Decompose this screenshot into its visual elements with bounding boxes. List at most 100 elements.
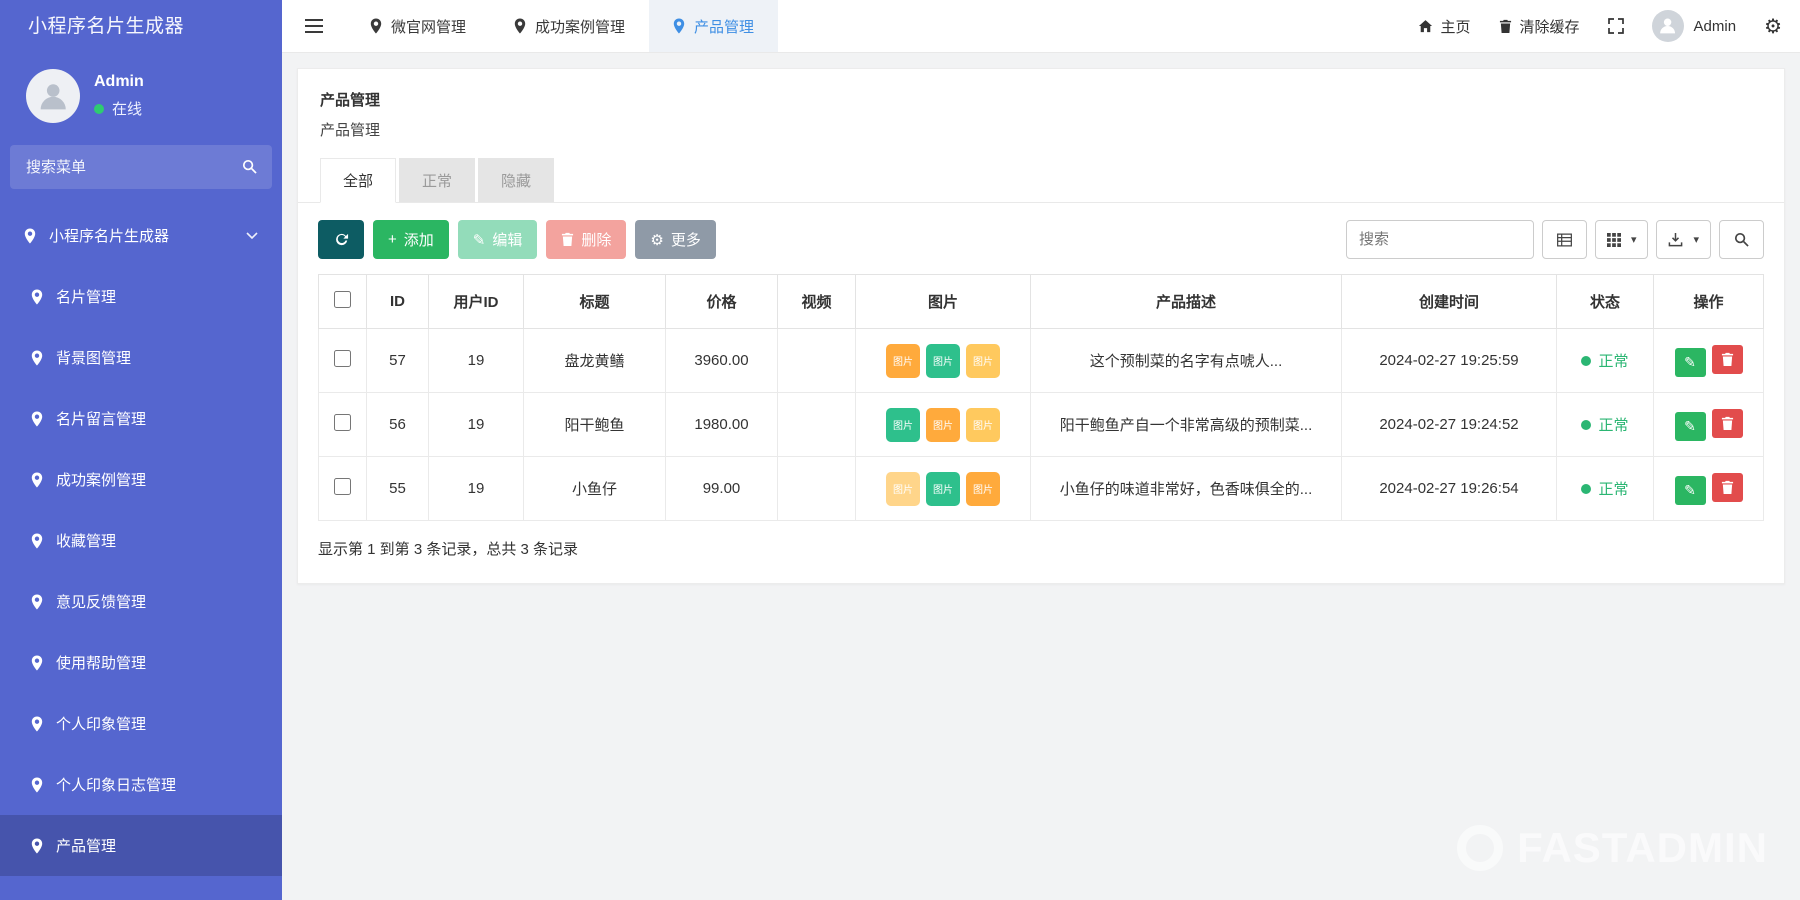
- column-header[interactable]: 操作: [1654, 275, 1764, 329]
- pin-icon: [24, 228, 36, 244]
- products-table: ID用户ID标题价格视频图片产品描述创建时间状态操作 5719盘龙黄鳝3960.…: [318, 274, 1764, 521]
- row-checkbox[interactable]: [334, 414, 351, 431]
- edit-toolbar-button[interactable]: ✎编辑: [458, 220, 538, 259]
- table-row: 5619阳干鲍鱼1980.00图片图片图片阳干鲍鱼产自一个非常高级的预制菜...…: [319, 393, 1764, 457]
- sidebar-item-7[interactable]: 个人印象管理: [0, 693, 282, 754]
- sidebar-item-5[interactable]: 意见反馈管理: [0, 571, 282, 632]
- sidebar-item-9[interactable]: 产品管理: [0, 815, 282, 876]
- search-icon: [1734, 232, 1749, 247]
- add-button[interactable]: +添加: [373, 220, 449, 259]
- cell-images: 图片图片图片: [856, 329, 1031, 393]
- columns-button[interactable]: ▾: [1595, 220, 1649, 259]
- pencil-icon: ✎: [1684, 418, 1696, 435]
- column-header[interactable]: ID: [367, 275, 429, 329]
- cell-description: 阳干鲍鱼产自一个非常高级的预制菜...: [1031, 393, 1342, 457]
- sidebar-root-label: 小程序名片生成器: [49, 225, 169, 246]
- delete-button[interactable]: [1712, 409, 1743, 438]
- table-view-icon: [1557, 233, 1572, 247]
- menu-toggle-icon[interactable]: [282, 19, 346, 33]
- select-all-checkbox[interactable]: [334, 291, 351, 308]
- column-header[interactable]: 产品描述: [1031, 275, 1342, 329]
- delete-button[interactable]: [1712, 473, 1743, 502]
- topbar: 微官网管理成功案例管理 产品管理 主页 清除缓存 Admin ⚙: [282, 0, 1800, 53]
- clear-cache-link[interactable]: 清除缓存: [1499, 16, 1580, 37]
- row-checkbox[interactable]: [334, 478, 351, 495]
- sidebar-item-6[interactable]: 使用帮助管理: [0, 632, 282, 693]
- column-header[interactable]: 视频: [778, 275, 856, 329]
- user-status: 在线: [94, 98, 144, 119]
- image-thumbnail[interactable]: 图片: [886, 472, 920, 506]
- menu-search-input[interactable]: [10, 145, 272, 189]
- image-thumbnail[interactable]: 图片: [886, 408, 920, 442]
- search-submit-button[interactable]: [1719, 220, 1764, 259]
- edit-button[interactable]: ✎: [1675, 412, 1706, 441]
- more-button[interactable]: ⚙更多: [635, 220, 715, 259]
- pin-icon: [370, 18, 382, 34]
- image-thumbnail[interactable]: 图片: [926, 472, 960, 506]
- cell-id: 56: [367, 393, 429, 457]
- chevron-down-icon: [246, 232, 258, 239]
- image-thumbnail[interactable]: 图片: [966, 344, 1000, 378]
- edit-button[interactable]: ✎: [1675, 476, 1706, 505]
- home-link[interactable]: 主页: [1418, 16, 1471, 37]
- image-thumbnail[interactable]: 图片: [926, 408, 960, 442]
- cell-user-id: 19: [429, 329, 524, 393]
- pin-icon: [31, 777, 43, 793]
- topbar-tab-0[interactable]: 微官网管理: [346, 0, 490, 52]
- sidebar-item-8[interactable]: 个人印象日志管理: [0, 754, 282, 815]
- user-avatar[interactable]: [26, 69, 80, 123]
- delete-toolbar-button[interactable]: 删除: [546, 220, 626, 259]
- clear-cache-label: 清除缓存: [1520, 16, 1580, 37]
- sidebar-item-label: 使用帮助管理: [56, 652, 146, 673]
- sidebar-item-label: 产品管理: [56, 835, 116, 856]
- menu-search: [10, 145, 272, 189]
- column-header[interactable]: 标题: [524, 275, 666, 329]
- toggle-view-button[interactable]: [1542, 220, 1587, 259]
- refresh-icon: [334, 232, 349, 247]
- image-thumbnail[interactable]: 图片: [966, 408, 1000, 442]
- column-header[interactable]: 图片: [856, 275, 1031, 329]
- search-icon[interactable]: [242, 159, 257, 174]
- image-thumbnail[interactable]: 图片: [886, 344, 920, 378]
- edit-button[interactable]: ✎: [1675, 348, 1706, 377]
- sidebar-item-2[interactable]: 名片留言管理: [0, 388, 282, 449]
- image-thumbnail[interactable]: 图片: [926, 344, 960, 378]
- refresh-button[interactable]: [318, 220, 364, 259]
- fullscreen-icon[interactable]: [1608, 18, 1624, 34]
- sidebar-item-3[interactable]: 成功案例管理: [0, 449, 282, 510]
- topbar-user[interactable]: Admin: [1652, 10, 1737, 42]
- column-header[interactable]: 用户ID: [429, 275, 524, 329]
- panel-heading: 产品管理 产品管理 全部正常隐藏: [298, 69, 1784, 203]
- export-button[interactable]: ▾: [1656, 220, 1711, 259]
- topbar-tab-label: 产品管理: [694, 16, 754, 37]
- cell-checkbox: [319, 329, 367, 393]
- more-label: 更多: [671, 229, 701, 250]
- delete-button[interactable]: [1712, 345, 1743, 374]
- sidebar: 小程序名片生成器 Admin 在线 小程序名片生成器 名片管理背景图管理名片留言…: [0, 0, 282, 900]
- image-thumbnail[interactable]: 图片: [966, 472, 1000, 506]
- column-header[interactable]: 创建时间: [1342, 275, 1557, 329]
- sidebar-item-1[interactable]: 背景图管理: [0, 327, 282, 388]
- column-header[interactable]: 状态: [1557, 275, 1654, 329]
- sidebar-item-4[interactable]: 收藏管理: [0, 510, 282, 571]
- gear-icon[interactable]: ⚙: [1764, 14, 1782, 39]
- column-header[interactable]: 价格: [666, 275, 778, 329]
- table-search-input[interactable]: [1346, 220, 1534, 259]
- sidebar-root-item[interactable]: 小程序名片生成器: [0, 205, 282, 266]
- filter-tab-0[interactable]: 全部: [320, 158, 396, 203]
- topbar-tab-1[interactable]: 成功案例管理: [490, 0, 649, 52]
- cell-price: 1980.00: [666, 393, 778, 457]
- trash-icon: [1721, 480, 1734, 495]
- filter-tab-2[interactable]: 隐藏: [478, 158, 554, 202]
- row-checkbox[interactable]: [334, 350, 351, 367]
- topbar-tab-2[interactable]: 产品管理: [649, 0, 778, 52]
- sidebar-item-0[interactable]: 名片管理: [0, 266, 282, 327]
- table-body: 5719盘龙黄鳝3960.00图片图片图片这个预制菜的名字有点唬人...2024…: [319, 329, 1764, 521]
- page-title: 产品管理: [320, 89, 1762, 110]
- content-area: 产品管理 产品管理 全部正常隐藏 +添加 ✎编辑 删除 ⚙更多 ▾: [282, 53, 1800, 900]
- cell-checkbox: [319, 457, 367, 521]
- status-label: 正常: [1598, 481, 1628, 498]
- product-panel: 产品管理 产品管理 全部正常隐藏 +添加 ✎编辑 删除 ⚙更多 ▾: [297, 68, 1785, 584]
- pin-icon: [31, 716, 43, 732]
- filter-tab-1[interactable]: 正常: [399, 158, 475, 202]
